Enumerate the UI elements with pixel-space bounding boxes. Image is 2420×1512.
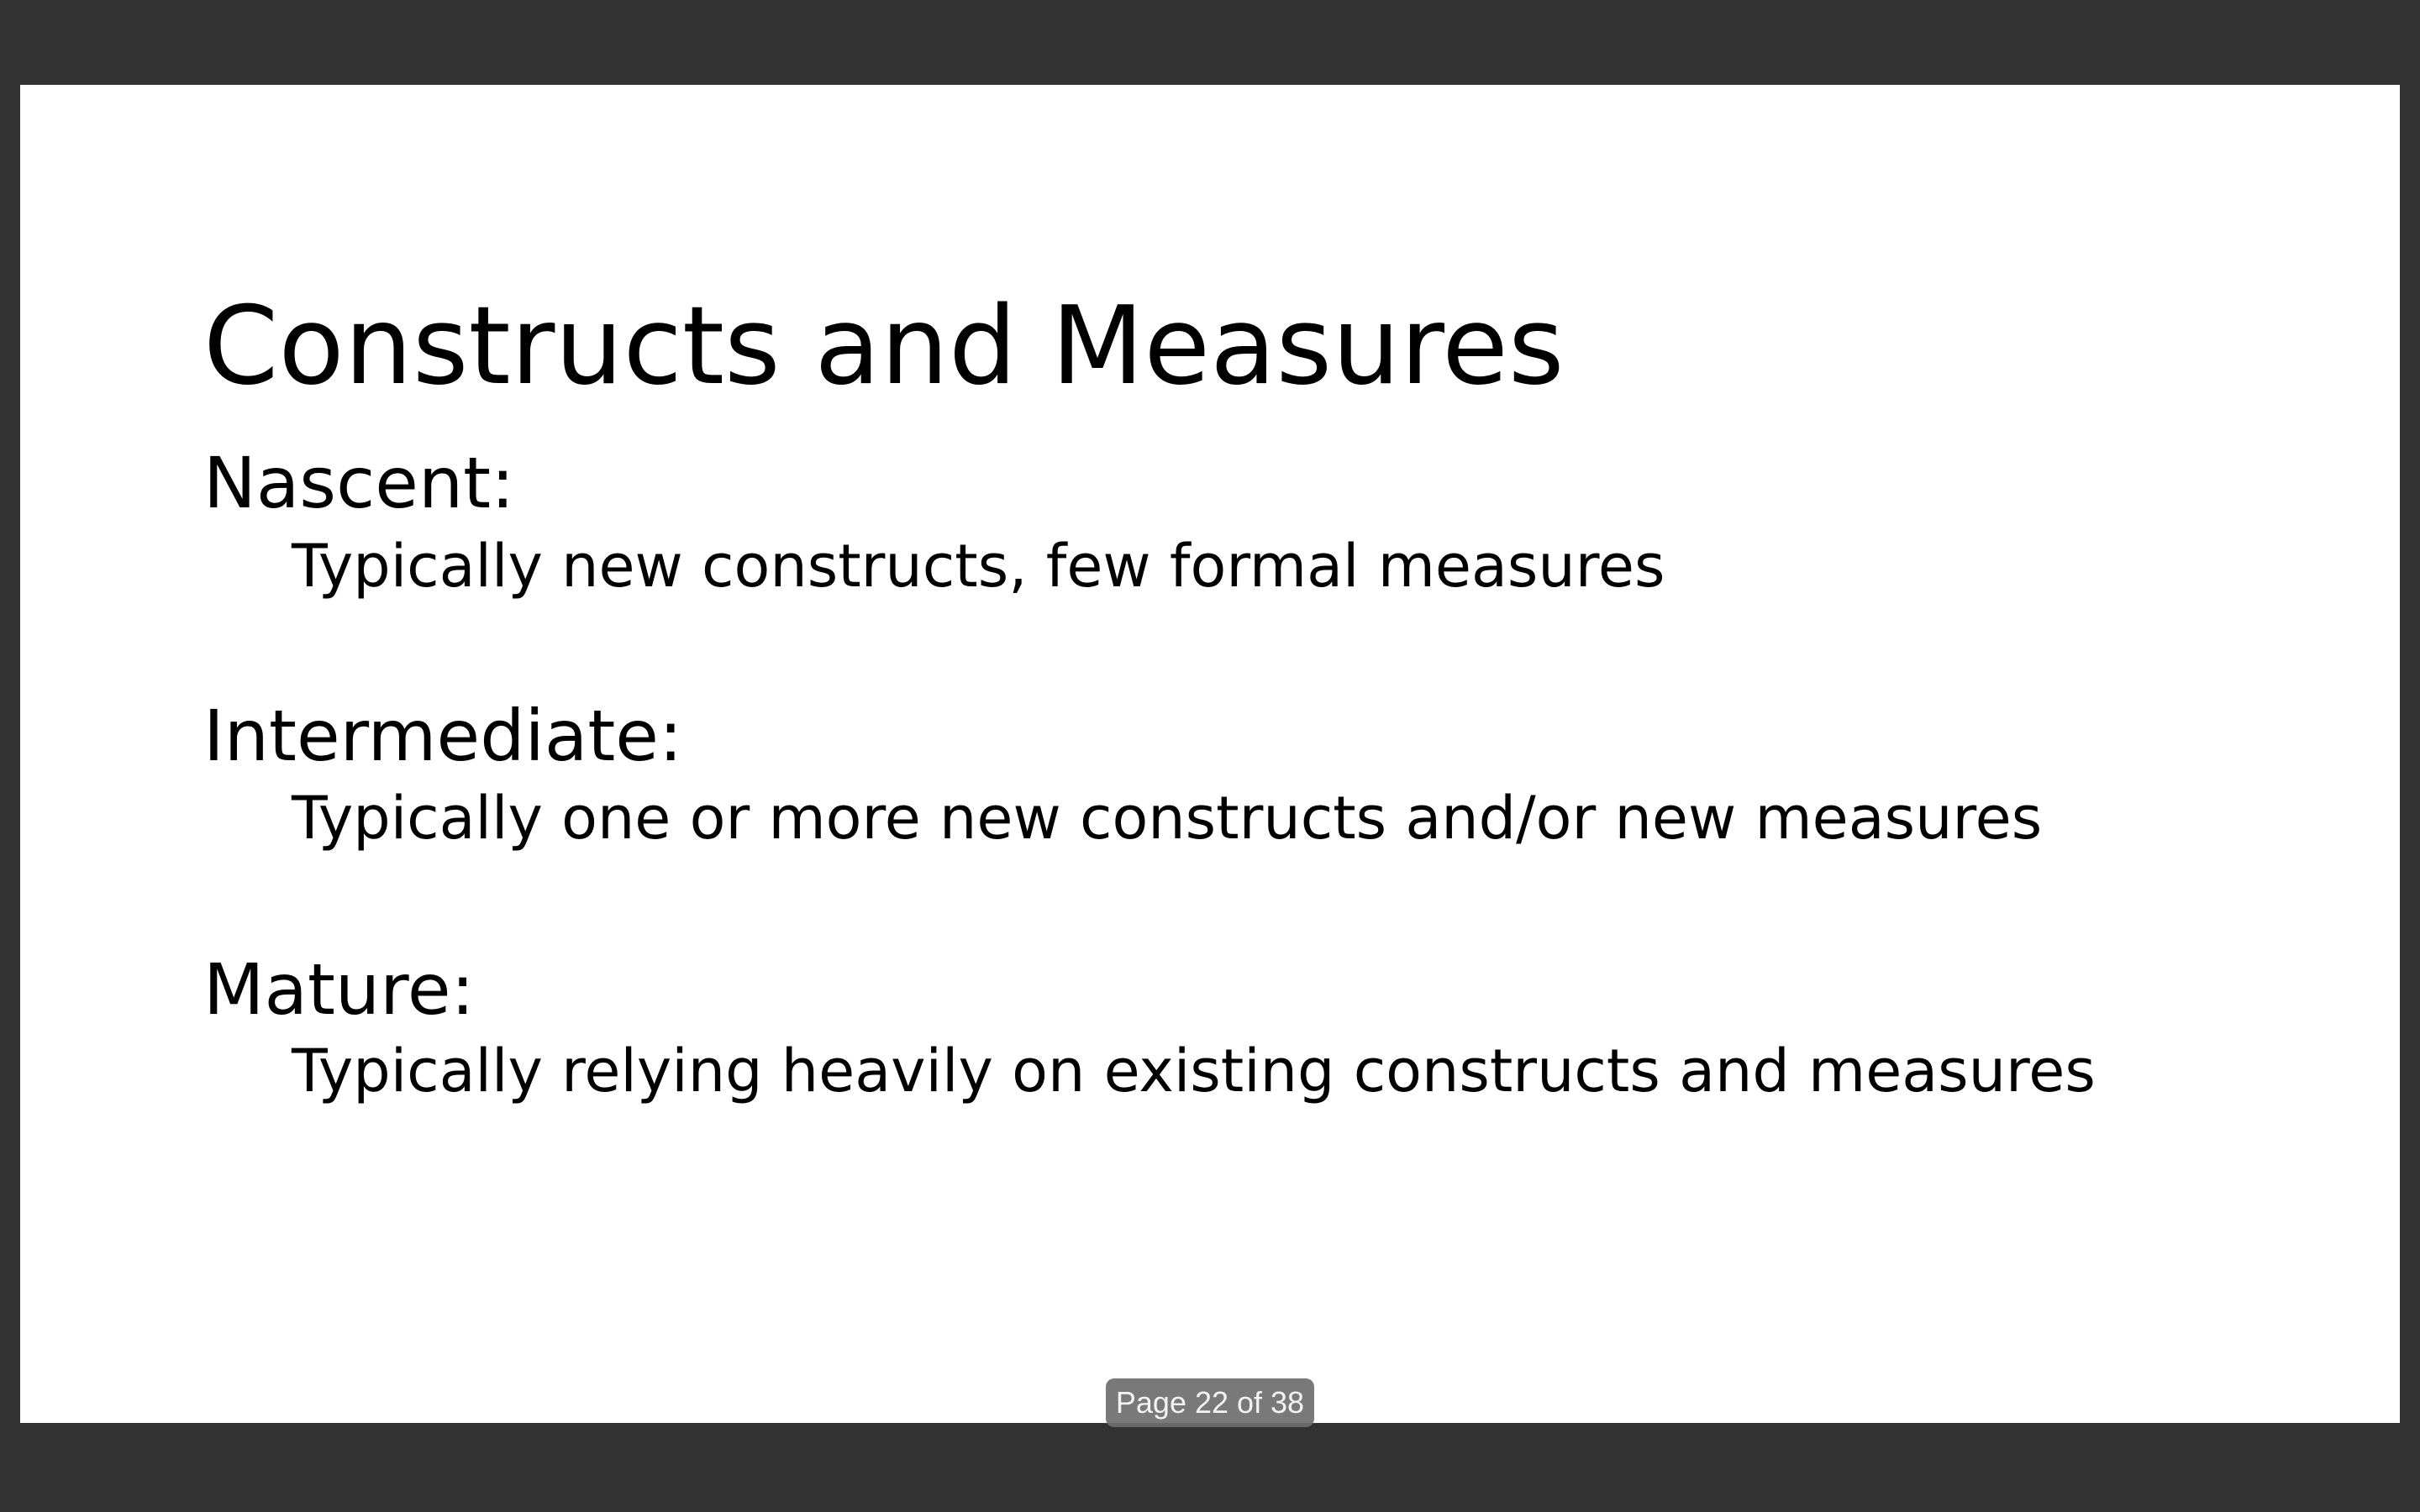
slide-page: Constructs and Measures Nascent: Typical… xyxy=(20,85,2400,1423)
section-body: Typically one or more new constructs and… xyxy=(292,784,2043,853)
page-indicator: Page 22 of 38 xyxy=(1106,1378,1314,1427)
slide-title: Constructs and Measures xyxy=(203,284,1565,409)
section-heading: Mature: xyxy=(203,948,475,1031)
section-body: Typically new constructs, few formal mea… xyxy=(292,532,1665,601)
presentation-viewer: Constructs and Measures Nascent: Typical… xyxy=(0,0,2420,1512)
section-body: Typically relying heavily on existing co… xyxy=(292,1037,2096,1105)
section-heading: Intermediate: xyxy=(203,695,683,777)
section-heading: Nascent: xyxy=(203,442,515,524)
